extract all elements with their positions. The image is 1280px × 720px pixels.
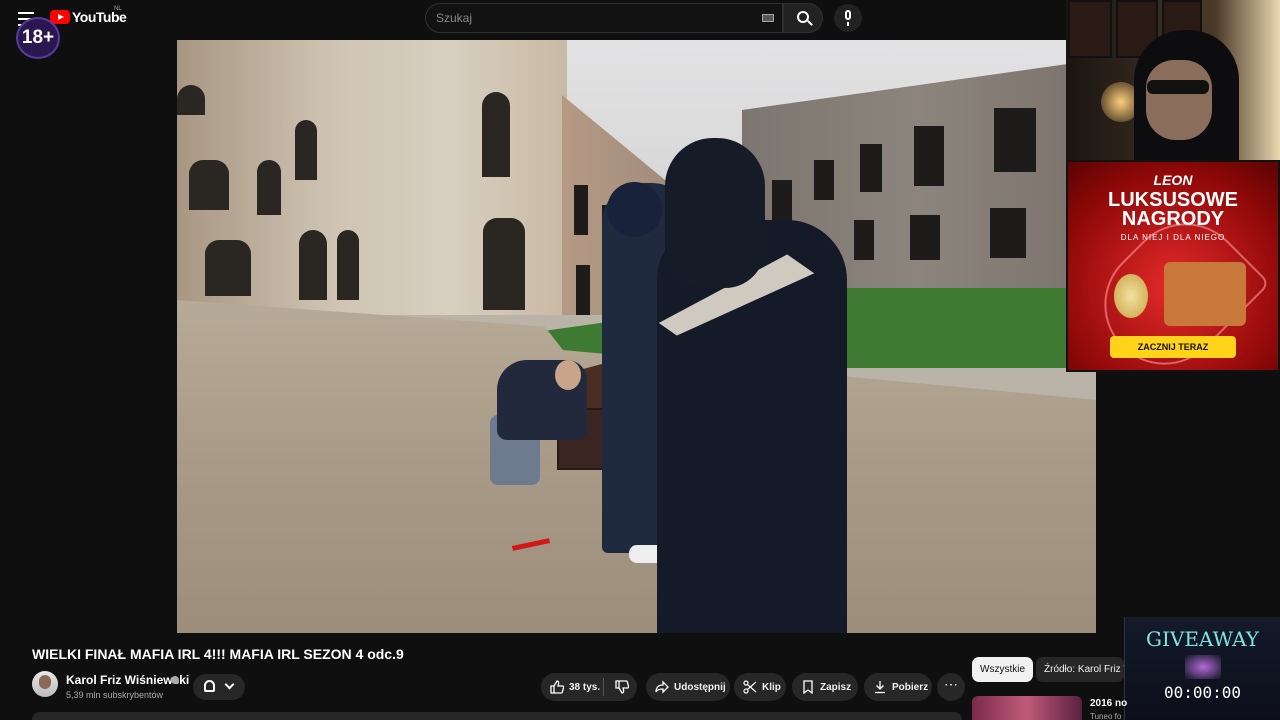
ad-cta-button[interactable]: ZACZNIJ TERAZ	[1110, 336, 1236, 358]
download-icon	[875, 681, 885, 694]
sponsor-ad[interactable]: LEON LUKSUSOWE NAGRODY DLA NIEJ I DLA NI…	[1066, 160, 1280, 372]
giveaway-title: GIVEAWAY	[1146, 627, 1259, 651]
chip-source-channel[interactable]: Źródło: Karol Friz Wiśniewski	[1036, 657, 1124, 682]
clip-button[interactable]: Klip	[734, 673, 786, 701]
country-code: NL	[114, 6, 122, 12]
chip-all[interactable]: Wszystkie	[972, 657, 1033, 682]
share-label: Udostępnij	[674, 681, 726, 693]
clip-label: Klip	[762, 681, 781, 693]
mic-icon	[845, 10, 851, 20]
thumbs-down-icon[interactable]	[615, 680, 629, 694]
handbag-image	[1164, 262, 1246, 326]
like-count: 38 tys.	[569, 681, 601, 693]
share-button[interactable]: Udostępnij	[646, 673, 730, 701]
more-icon: ⋯	[944, 676, 958, 692]
thumbs-up-icon	[550, 680, 564, 694]
subscribed-notifications-button[interactable]	[193, 674, 245, 700]
channel-avatar[interactable]	[32, 671, 58, 697]
download-button[interactable]: Pobierz	[864, 673, 932, 701]
description-box[interactable]	[32, 712, 962, 720]
search-input[interactable]	[436, 11, 746, 25]
subscriber-count: 5,39 mln subskrybentów	[66, 690, 164, 700]
download-label: Pobierz	[892, 681, 929, 693]
save-button[interactable]: Zapisz	[792, 673, 858, 701]
chevron-down-icon	[224, 679, 235, 690]
video-player[interactable]	[177, 40, 1096, 633]
voice-search-button[interactable]	[834, 4, 862, 32]
page: YouTube NL 18+	[0, 0, 1280, 720]
video-title: WIELKI FINAŁ MAFIA IRL 4!!! MAFIA IRL SE…	[32, 646, 404, 662]
scissors-icon	[743, 680, 757, 694]
top-bar: YouTube NL	[0, 0, 1066, 40]
ad-subline: DLA NIEJ I DLA NIEGO	[1120, 233, 1226, 242]
search-button[interactable]	[783, 3, 823, 33]
recommended-video-channel: Tuneo fo	[1090, 712, 1122, 720]
verified-icon	[171, 676, 179, 684]
lotus-icon	[1185, 655, 1221, 679]
streamer-webcam	[1066, 0, 1280, 160]
more-actions-button[interactable]: ⋯	[937, 673, 965, 701]
keyboard-icon[interactable]	[762, 14, 774, 22]
bookmark-icon	[803, 680, 813, 694]
watch-image	[1114, 274, 1148, 318]
search-box	[425, 3, 783, 33]
age-restriction-badge: 18+	[16, 17, 60, 59]
bell-icon	[204, 680, 215, 692]
recommended-video-thumbnail[interactable]	[972, 696, 1082, 720]
giveaway-timer: 00:00:00	[1163, 683, 1242, 702]
ad-headline: LUKSUSOWE NAGRODY	[1108, 189, 1238, 230]
save-label: Zapisz	[820, 681, 852, 693]
castle-building-left	[177, 40, 567, 315]
share-icon	[655, 680, 669, 694]
ad-brand: LEON	[1153, 172, 1193, 188]
recommended-video-title[interactable]: 2016 no	[1090, 698, 1127, 709]
giveaway-widget: GIVEAWAY 00:00:00	[1124, 617, 1280, 720]
